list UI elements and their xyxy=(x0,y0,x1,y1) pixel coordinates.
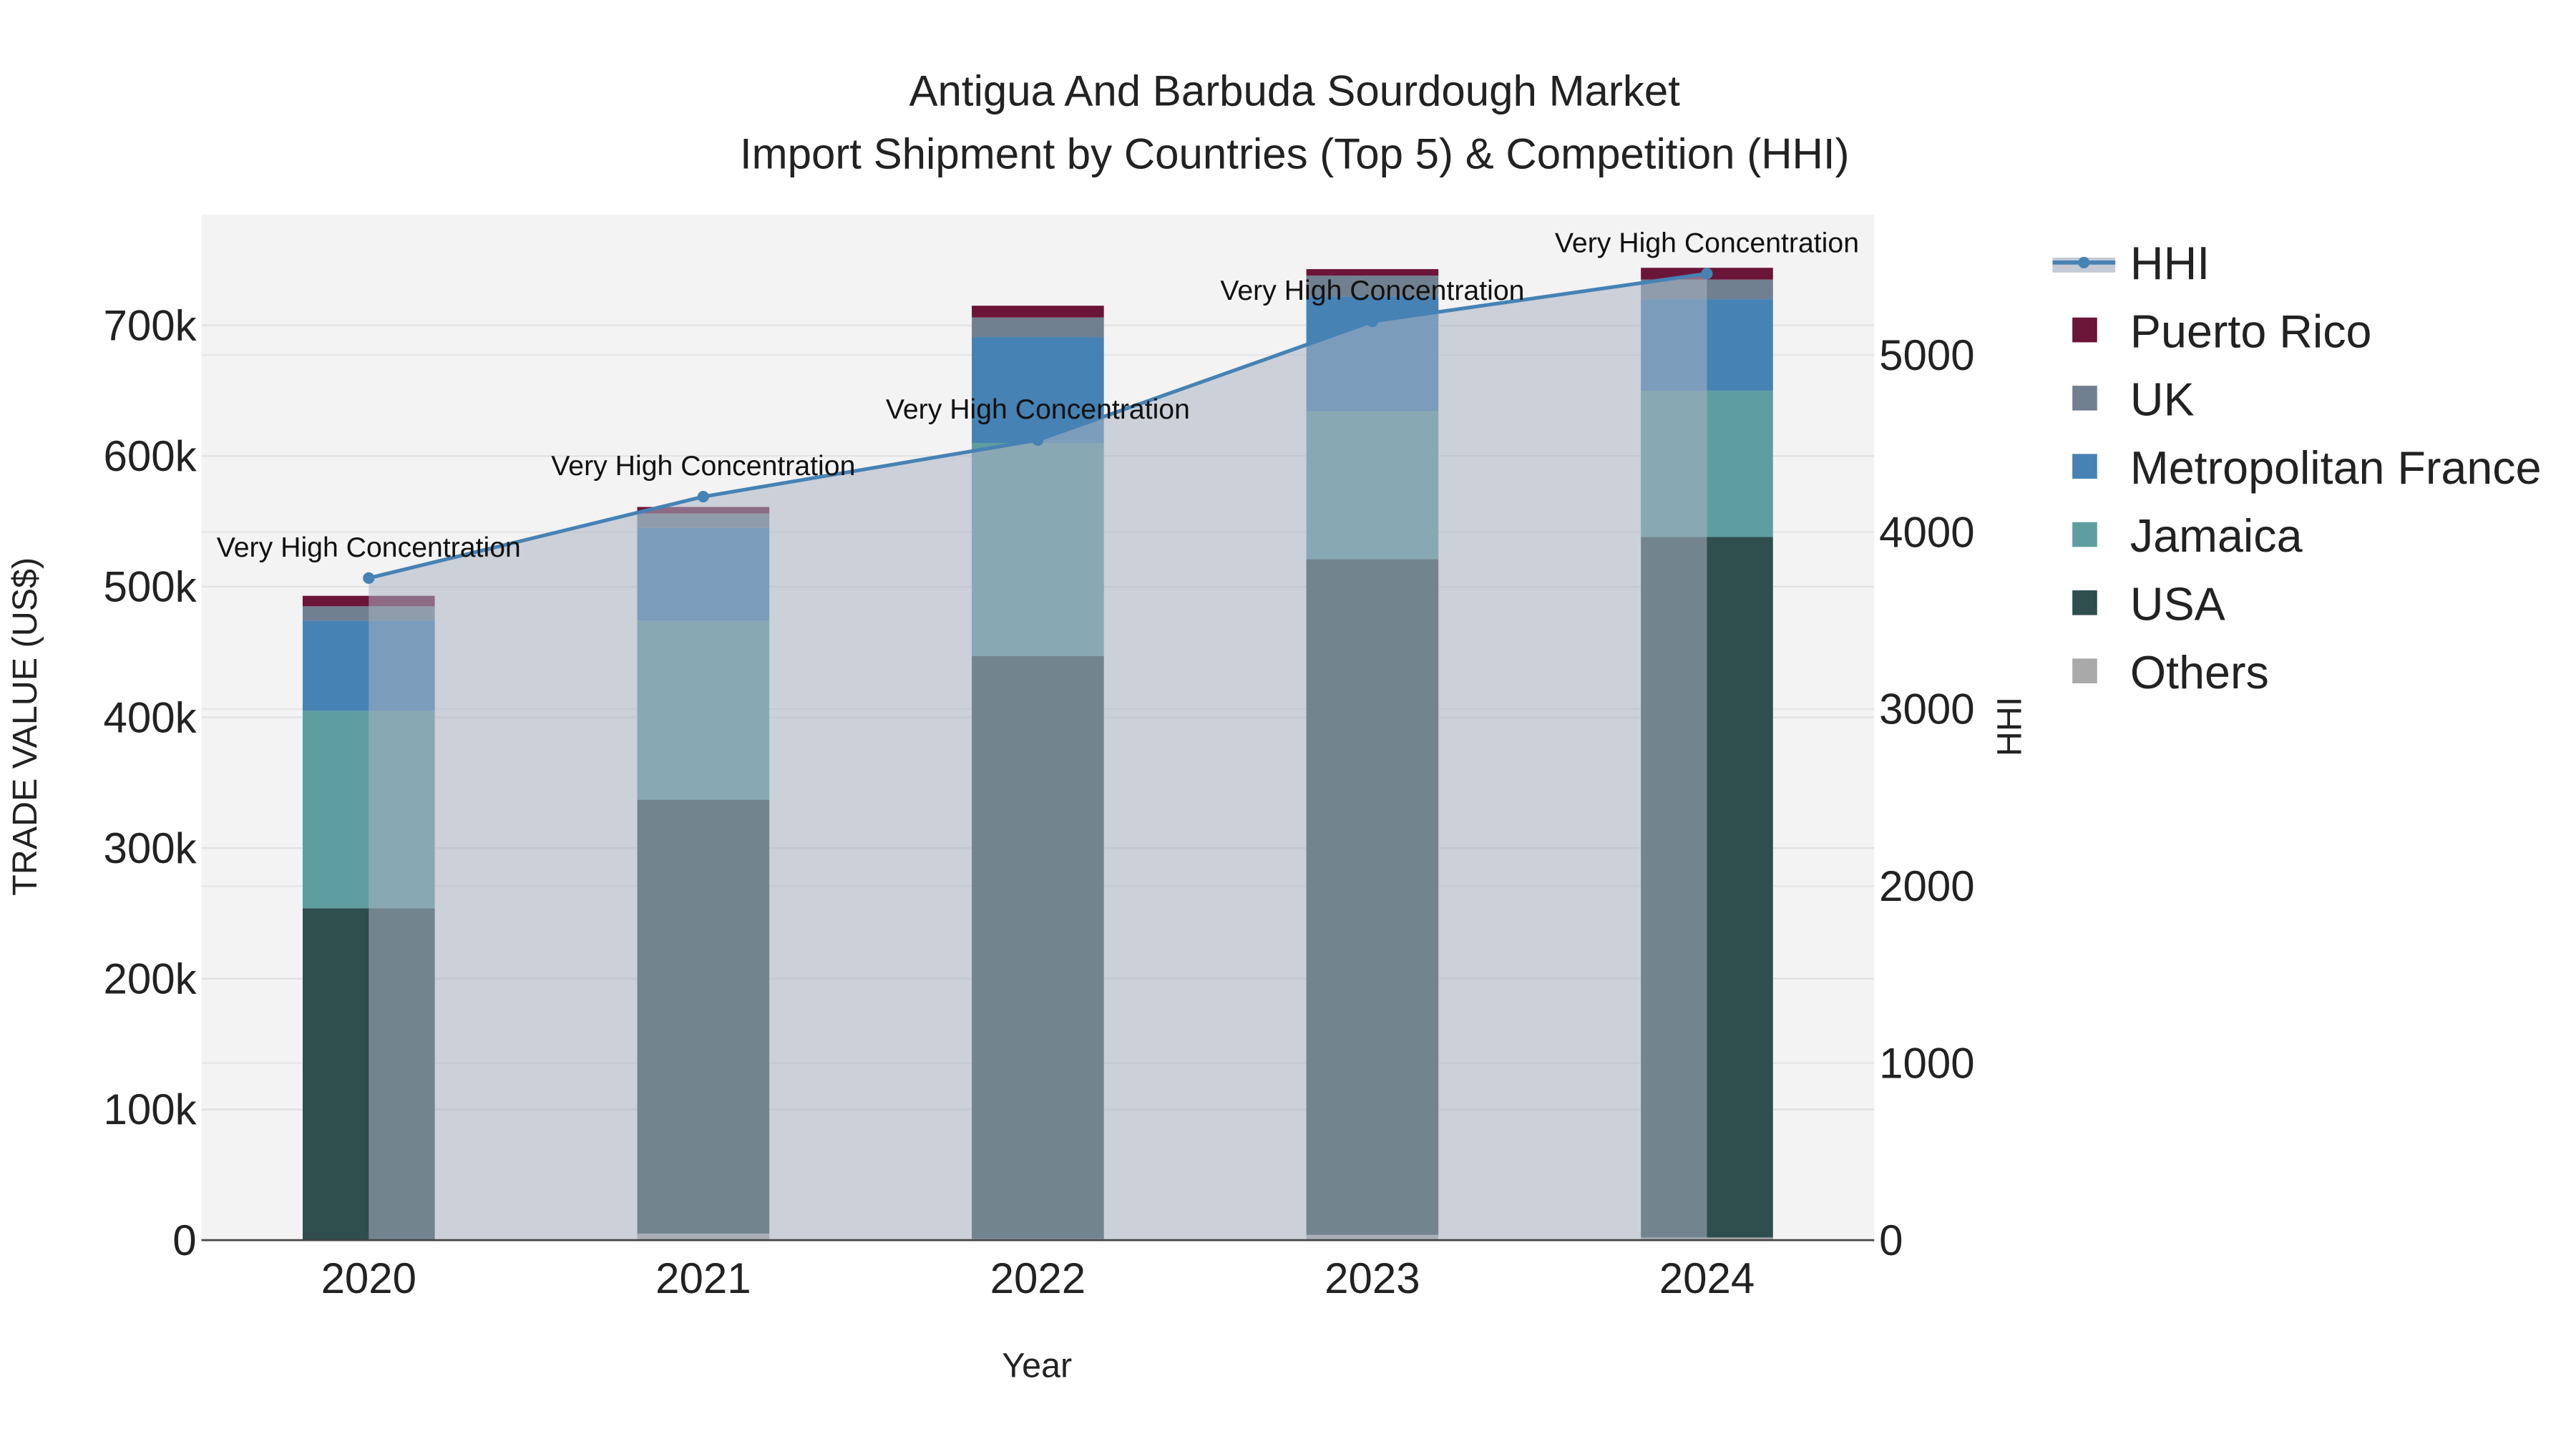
hhi-annotation: Very High Concentration xyxy=(886,394,1190,425)
legend-swatch-jamaica xyxy=(2072,522,2097,547)
legend-label: USA xyxy=(2130,579,2225,630)
hhi-annotation: Very High Concentration xyxy=(1555,227,1859,258)
y-tick-label: 200k xyxy=(104,955,197,1003)
chart-subtitle: Import Shipment by Countries (Top 5) & C… xyxy=(740,130,1850,177)
y2-tick-label: 0 xyxy=(1879,1216,1903,1264)
y2-tick-label: 2000 xyxy=(1879,862,1974,910)
legend-label: Others xyxy=(2130,647,2269,698)
y2-tick-label: 4000 xyxy=(1879,508,1974,556)
bar-uk xyxy=(972,317,1104,338)
hhi-annotation: Very High Concentration xyxy=(217,532,521,563)
legend-swatch-usa xyxy=(2072,590,2097,615)
legend-swatch-metropolitan-france xyxy=(2072,454,2097,479)
y-tick-label: 100k xyxy=(104,1085,197,1133)
legend-label: Puerto Rico xyxy=(2130,306,2372,357)
legend-swatch-uk xyxy=(2072,386,2097,411)
y-tick-label: 400k xyxy=(104,693,197,741)
x-tick-label: 2020 xyxy=(321,1254,416,1302)
legend-swatch-hhi-marker xyxy=(2078,256,2090,268)
y-tick-label: 600k xyxy=(104,432,197,480)
y-tick-label: 300k xyxy=(104,824,197,872)
legend-swatch-others xyxy=(2072,658,2097,683)
x-tick-label: 2022 xyxy=(990,1254,1085,1302)
x-tick-label: 2021 xyxy=(655,1254,751,1302)
y2-tick-label: 3000 xyxy=(1879,686,1974,733)
y-tick-label: 700k xyxy=(104,301,197,349)
legend-swatch-puerto-rico xyxy=(2072,317,2097,343)
chart-title: Antigua And Barbuda Sourdough Market xyxy=(909,67,1681,115)
bar-puerto-rico xyxy=(972,306,1104,318)
hhi-point xyxy=(1032,434,1044,446)
hhi-annotation: Very High Concentration xyxy=(1220,275,1524,306)
hhi-point xyxy=(697,490,709,503)
legend: HHI Puerto Rico UK Metropolitan France Jamai… xyxy=(2052,238,2542,698)
x-tick-label: 2024 xyxy=(1659,1254,1755,1302)
chart: Very High Concentration Very High Concent… xyxy=(6,67,2542,1385)
y-tick-label: 500k xyxy=(104,563,197,611)
y2-tick-label: 1000 xyxy=(1879,1039,1974,1087)
legend-label: Metropolitan France xyxy=(2130,442,2542,494)
x-tick-label: 2023 xyxy=(1324,1254,1420,1302)
y-axis-title: TRADE VALUE (US$) xyxy=(6,557,44,896)
y2-axis-title: HHI xyxy=(1991,697,2029,756)
hhi-point xyxy=(1701,268,1713,280)
legend-label: Jamaica xyxy=(2130,510,2303,562)
hhi-annotation: Very High Concentration xyxy=(551,450,855,482)
legend-label: HHI xyxy=(2130,238,2210,289)
x-axis-title: Year xyxy=(1002,1347,1072,1385)
y2-tick-label: 5000 xyxy=(1879,331,1974,379)
hhi-point xyxy=(1366,316,1378,328)
legend-label: UK xyxy=(2130,374,2195,426)
hhi-point xyxy=(363,572,375,584)
y-tick-label: 0 xyxy=(172,1216,196,1264)
